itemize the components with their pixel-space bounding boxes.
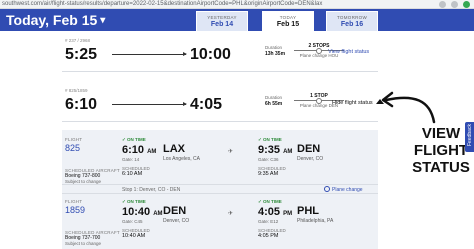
tab-today[interactable]: TODAY Feb 15 bbox=[262, 11, 314, 31]
departure-time: 6:10 bbox=[122, 144, 145, 156]
scheduled-time: 4:05 PM bbox=[258, 233, 279, 239]
arrival-status: ON TIME 4:05 PM Gate: E12 SCHEDULED 4:05… bbox=[258, 199, 292, 239]
departure-status: ON TIME 6:10 AM Gate: 14 SCHEDULED 6:10 … bbox=[122, 137, 156, 177]
origin-code: LAX bbox=[163, 143, 185, 155]
departure-time: 5:25 bbox=[65, 46, 98, 63]
segment-flight: FLIGHT 1859 bbox=[65, 199, 85, 215]
origin-code: DEN bbox=[163, 205, 187, 217]
subject-to-change: Subject to change bbox=[65, 241, 102, 246]
gate: Gate: E12 bbox=[258, 219, 279, 224]
gate: Gate: C45 bbox=[122, 219, 143, 224]
segment-2: FLIGHT 1859 SCHEDULED AIRCRAFT Boeing 73… bbox=[62, 196, 378, 248]
scheduled-time: 9:35 AM bbox=[258, 171, 279, 177]
annotation-line: STATUS bbox=[412, 159, 470, 176]
destination-code: DEN bbox=[297, 143, 321, 155]
duration-value: 13h 35m bbox=[265, 50, 286, 57]
arrival-time: 4:05 bbox=[190, 96, 223, 113]
tab-label: YESTERDAY bbox=[207, 15, 237, 20]
am-pm: AM bbox=[147, 149, 157, 155]
am-pm: AM bbox=[283, 149, 293, 155]
departure-time: 10:40 bbox=[122, 206, 151, 218]
on-time-badge: ON TIME bbox=[122, 137, 156, 143]
flight-result-row: # 237 / 2968 5:25 10:00 Duration 13h 35m… bbox=[62, 36, 378, 72]
feedback-tab[interactable]: Feedback bbox=[465, 122, 474, 152]
segment-1: FLIGHT 825 SCHEDULED AIRCRAFT Boeing 737… bbox=[62, 134, 378, 186]
flight-number: 1859 bbox=[65, 205, 86, 215]
hide-flight-status-link[interactable]: Hide flight status bbox=[332, 99, 384, 106]
am-pm: PM bbox=[283, 211, 293, 217]
on-time-badge: ON TIME bbox=[258, 199, 292, 205]
plane-icon: ✈ bbox=[228, 211, 234, 217]
url-text[interactable]: southwest.com/air/flight-status/results/… bbox=[2, 0, 372, 9]
annotation-arrow-icon bbox=[381, 91, 436, 124]
browser-extension-icons bbox=[439, 1, 470, 8]
arrival-status: ON TIME 9:35 AM Gate: C36 SCHEDULED 9:35… bbox=[258, 137, 292, 177]
date-label: Today, Feb 15 bbox=[6, 12, 98, 28]
date-selector[interactable]: Today, Feb 15 ▾ bbox=[6, 12, 105, 28]
origin-city: Los Angeles, CA bbox=[163, 156, 200, 162]
plane-change-label: Plane change bbox=[332, 187, 363, 193]
browser-url-bar[interactable]: southwest.com/air/flight-status/results/… bbox=[0, 0, 474, 9]
segment-flight: FLIGHT 825 bbox=[65, 137, 82, 153]
flight-result-row: # 825/1859 6:10 4:05 Duration 6h 55m 1 S… bbox=[62, 86, 384, 122]
tab-yesterday[interactable]: YESTERDAY Feb 14 bbox=[196, 11, 248, 31]
arrival-time: 9:35 bbox=[258, 144, 281, 156]
origin-city: Denver, CO bbox=[163, 218, 190, 224]
tab-label: TOMORROW bbox=[336, 15, 368, 20]
segment-aircraft: SCHEDULED AIRCRAFT Boeing 737-700 Subjec… bbox=[65, 230, 120, 247]
flight-label: FLIGHT bbox=[65, 199, 83, 204]
duration-value: 6h 55m bbox=[265, 100, 283, 107]
destination-city: Philadelphia, PA bbox=[297, 218, 334, 224]
segment-aircraft: SCHEDULED AIRCRAFT Boeing 737-800 Subjec… bbox=[65, 168, 120, 185]
duration: Duration 13h 35m bbox=[265, 45, 285, 57]
tab-date: Feb 15 bbox=[276, 21, 300, 28]
gate: Gate: C36 bbox=[258, 157, 279, 162]
destination-city: Denver, CO bbox=[297, 156, 324, 162]
flight-numbers: # 825/1859 bbox=[65, 88, 88, 93]
arrival-time: 10:00 bbox=[190, 46, 231, 63]
scheduled-time: 6:10 AM bbox=[122, 171, 143, 177]
route-arrow-icon bbox=[112, 102, 187, 106]
flight-number: 825 bbox=[65, 143, 81, 153]
extension-icon[interactable] bbox=[439, 1, 446, 8]
chevron-down-icon[interactable]: ▾ bbox=[100, 15, 105, 26]
plane-icon: ✈ bbox=[228, 149, 234, 155]
tab-date: Feb 14 bbox=[210, 21, 234, 28]
on-time-badge: ON TIME bbox=[122, 199, 163, 205]
arrival-time: 4:05 bbox=[258, 206, 281, 218]
duration: Duration 6h 55m bbox=[265, 95, 282, 107]
route-arrow-icon bbox=[112, 52, 187, 56]
tab-date: Feb 16 bbox=[340, 21, 364, 28]
departure-status: ON TIME 10:40 AM Gate: C45 SCHEDULED 10:… bbox=[122, 199, 163, 239]
extension-icon[interactable] bbox=[463, 1, 470, 8]
flight-status-details: FLIGHT 825 SCHEDULED AIRCRAFT Boeing 737… bbox=[62, 130, 378, 249]
view-flight-status-link[interactable]: View flight status bbox=[328, 49, 369, 55]
feedback-label: Feedback bbox=[467, 124, 473, 146]
flight-label: FLIGHT bbox=[65, 137, 83, 142]
extension-icon[interactable] bbox=[451, 1, 458, 8]
tab-label: TODAY bbox=[279, 15, 297, 20]
flight-numbers: # 237 / 2968 bbox=[65, 38, 91, 43]
tab-tomorrow[interactable]: TOMORROW Feb 16 bbox=[326, 11, 378, 31]
plane-change-icon bbox=[324, 186, 330, 192]
hide-link-label: Hide flight status bbox=[332, 100, 373, 106]
stopover-row: Stop 1: Denver, CO - DEN Plane change bbox=[62, 184, 378, 194]
stopover-text: Stop 1: Denver, CO - DEN bbox=[122, 187, 181, 193]
on-time-badge: ON TIME bbox=[258, 137, 292, 143]
am-pm: AM bbox=[153, 211, 163, 217]
date-header: Today, Feb 15 ▾ YESTERDAY Feb 14 TODAY Fe… bbox=[0, 9, 474, 31]
departure-time: 6:10 bbox=[65, 96, 98, 113]
gate: Gate: 14 bbox=[122, 157, 140, 162]
scheduled-time: 10:40 AM bbox=[122, 233, 146, 239]
destination-code: PHL bbox=[297, 205, 319, 217]
